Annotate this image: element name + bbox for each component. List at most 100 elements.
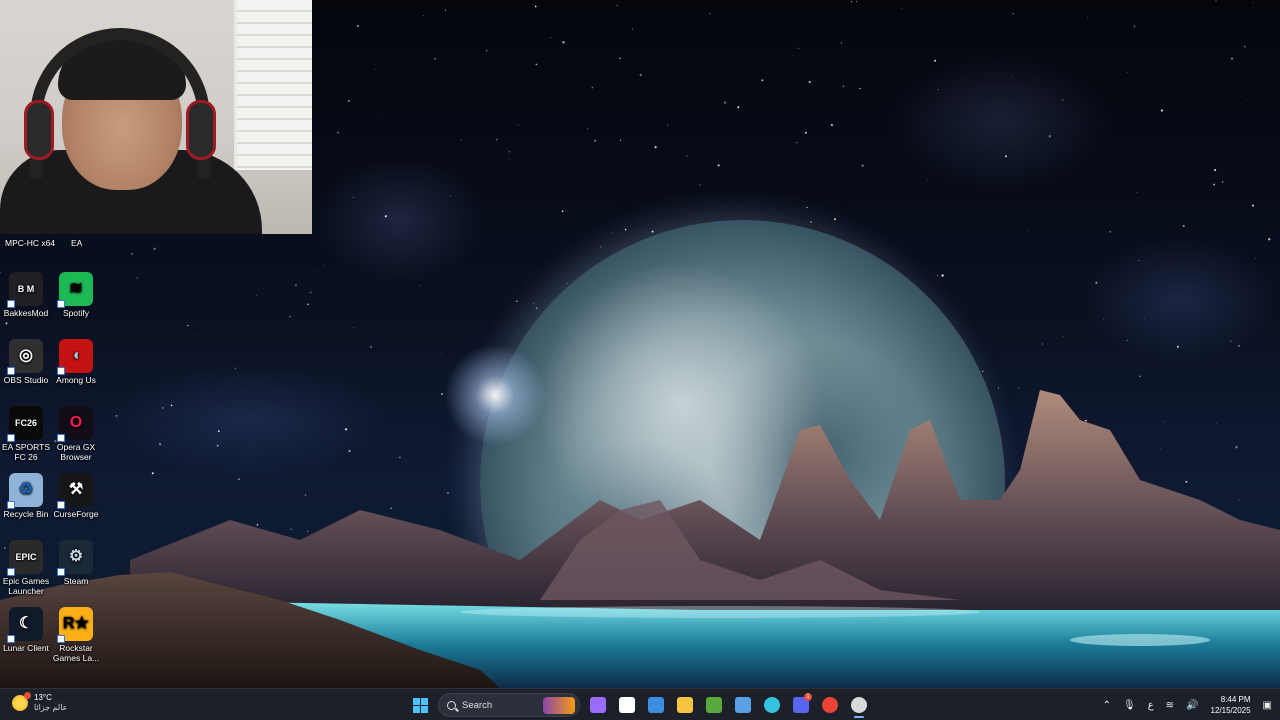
headset: [30, 28, 210, 178]
desktop-icon[interactable]: ⚒ CurseForge: [50, 473, 102, 519]
desktop-icon-label-ea[interactable]: EA: [71, 238, 82, 248]
opera-gx-icon: O: [57, 406, 93, 442]
obs-taskbar-icon: [851, 697, 867, 713]
search-icon: [447, 700, 456, 710]
desktop-icon[interactable]: ◎ OBS Studio: [0, 339, 52, 385]
store-icon: [619, 697, 635, 713]
taskbar-app-button[interactable]: [644, 693, 668, 717]
taskbar-app-button[interactable]: 1: [789, 693, 813, 717]
file-explorer-icon: [677, 697, 693, 713]
shortcut-arrow-icon: [57, 501, 65, 509]
notification-icon[interactable]: ▣: [1263, 700, 1272, 711]
icon-glyph: FC26: [14, 418, 37, 428]
language-indicator[interactable]: ع: [1148, 700, 1154, 711]
microphone-icon[interactable]: 🎙: [1123, 700, 1136, 711]
start-button[interactable]: [408, 693, 432, 717]
bakkesmod-icon: B M: [7, 272, 43, 308]
taskbar-app-button[interactable]: [615, 693, 639, 717]
desktop-icon[interactable]: FC26 EA SPORTS FC 26: [0, 406, 52, 462]
curseforge-icon: ⚒: [57, 473, 93, 509]
desktop-icon[interactable]: O Opera GX Browser: [50, 406, 102, 462]
lunar-client-icon: ☾: [7, 607, 43, 643]
desktop-icon-label: Among Us: [56, 375, 96, 385]
desktop-icon[interactable]: R★ Rockstar Games La...: [50, 607, 102, 663]
active-indicator: [854, 716, 864, 718]
desktop-icon-label: Recycle Bin: [3, 509, 49, 519]
taskbar-app-button[interactable]: [586, 693, 610, 717]
shortcut-arrow-icon: [57, 300, 65, 308]
search-label: Search: [462, 699, 493, 711]
icon-glyph: EPIC: [15, 552, 37, 562]
taskbar-apps: 1: [586, 693, 871, 718]
shortcut-arrow-icon: [57, 635, 65, 643]
shortcut-arrow-icon: [57, 367, 65, 375]
taskbar-center: Search 1: [408, 691, 871, 719]
rockstar-icon: R★: [57, 607, 93, 643]
weather-temperature: 13°C: [34, 693, 52, 702]
taskbar-app-button[interactable]: [673, 693, 697, 717]
shortcut-arrow-icon: [57, 568, 65, 576]
weather-description: عالم جزائا: [34, 703, 68, 712]
among-us-icon: ◖: [57, 339, 93, 375]
window-shutters: [234, 0, 312, 170]
desktop-icon-label: Spotify: [63, 308, 89, 318]
desktop-icon[interactable]: B M BakkesMod: [0, 272, 52, 318]
windows-icon: [412, 697, 428, 713]
wifi-icon[interactable]: ≋: [1166, 700, 1174, 711]
taskbar-app-button[interactable]: [847, 693, 871, 718]
webcam-overlay: [0, 0, 312, 234]
ea-fc26-icon: FC26: [7, 406, 43, 442]
taskbar-app-button[interactable]: [818, 693, 842, 717]
shortcut-arrow-icon: [7, 434, 15, 442]
desktop-icon[interactable]: ♻ Recycle Bin: [0, 473, 52, 519]
desktop-icon-label: CurseForge: [53, 509, 99, 519]
icon-glyph: ☾: [18, 615, 34, 632]
desktop-icon-label-mpc-hc[interactable]: MPC-HC x64: [5, 238, 55, 248]
icon-glyph: ⚙: [68, 548, 84, 565]
weather-icon: [12, 692, 31, 711]
icon-glyph: R★: [63, 615, 89, 632]
system-tray: ⌃ 🎙 ع ≋ 🔊 8:44 PM 12/15/2025 ▣: [1103, 689, 1272, 720]
chevron-up-icon[interactable]: ⌃: [1103, 700, 1111, 711]
taskbar-app-button[interactable]: [760, 693, 784, 717]
notification-badge: 1: [804, 693, 812, 701]
taskbar-app-button[interactable]: [731, 693, 755, 717]
shortcut-arrow-icon: [7, 501, 15, 509]
desktop-icon[interactable]: ☾ Lunar Client: [0, 607, 52, 653]
volume-icon[interactable]: 🔊: [1186, 700, 1198, 711]
obs-icon: ◎: [7, 339, 43, 375]
weather-widget[interactable]: 13°C عالم جزائا: [12, 692, 68, 713]
shortcut-arrow-icon: [7, 635, 15, 643]
minecraft-icon: [706, 697, 722, 713]
desktop-icon-label: Rockstar Games La...: [52, 643, 100, 663]
copilot-icon: [590, 697, 606, 713]
clock[interactable]: 8:44 PM 12/15/2025: [1211, 694, 1251, 716]
taskbar-search[interactable]: Search: [438, 693, 580, 717]
taskbar-app-button[interactable]: [702, 693, 726, 717]
defender-icon: [648, 697, 664, 713]
icon-glyph: B M: [17, 284, 35, 294]
desktop-icon-label: BakkesMod: [3, 308, 49, 318]
desktop-icon[interactable]: ≋ Spotify: [50, 272, 102, 318]
headset-left-earcup: [24, 100, 54, 160]
clock-date: 12/15/2025: [1210, 706, 1251, 715]
desktop-icon[interactable]: EPIC Epic Games Launcher: [0, 540, 52, 596]
desktop-icon-label: Steam: [63, 576, 89, 586]
desktop-icon-label: EA SPORTS FC 26: [1, 442, 51, 462]
desktop-icon-label: Opera GX Browser: [56, 442, 96, 462]
desktop-icon[interactable]: ⚙ Steam: [50, 540, 102, 586]
chrome-icon: [822, 697, 838, 713]
clock-time: 8:44 PM: [1220, 695, 1251, 704]
epic-games-icon: EPIC: [7, 540, 43, 576]
desktop-icon-label: OBS Studio: [3, 375, 49, 385]
icon-glyph: ◖: [71, 347, 81, 364]
icon-glyph: ⚒: [68, 481, 84, 498]
spotify-icon: ≋: [57, 272, 93, 308]
shortcut-arrow-icon: [7, 300, 15, 308]
search-highlight-image: [543, 697, 575, 714]
icon-glyph: ≋: [69, 280, 83, 297]
shortcut-arrow-icon: [7, 568, 15, 576]
headset-right-earcup: [186, 100, 216, 160]
shortcut-arrow-icon: [57, 434, 65, 442]
desktop-icon[interactable]: ◖ Among Us: [50, 339, 102, 385]
